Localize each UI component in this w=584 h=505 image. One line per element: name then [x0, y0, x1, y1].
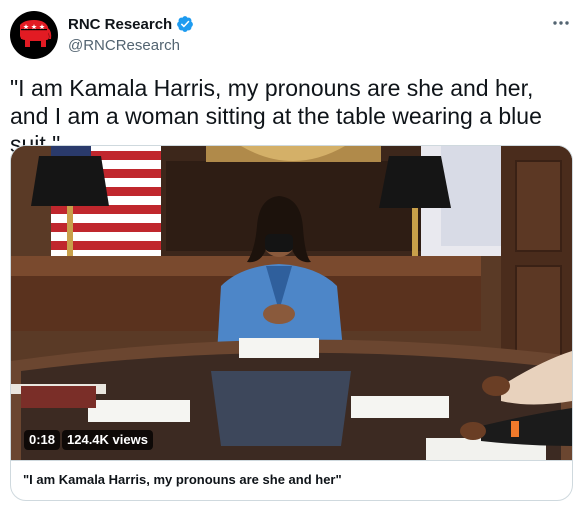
media-card[interactable]: 0:18 124.4K views "I am Kamala Harris, m…	[10, 145, 573, 501]
display-name[interactable]: RNC Research	[68, 16, 172, 33]
media-caption[interactable]: "I am Kamala Harris, my pronouns are she…	[11, 460, 572, 500]
author-handle[interactable]: @RNCResearch	[68, 37, 180, 54]
more-options-button[interactable]	[550, 12, 572, 34]
video-frame	[11, 146, 572, 460]
author-name-row[interactable]: RNC Research	[68, 15, 194, 33]
video-view-count: 124.4K views	[62, 430, 153, 450]
tweet-card[interactable]: RNC Research @RNCResearch "I am Kamala H…	[0, 0, 584, 505]
republican-elephant-icon	[20, 20, 52, 47]
ellipsis-icon	[553, 21, 569, 25]
avatar[interactable]	[10, 11, 58, 59]
verified-badge-icon	[177, 16, 194, 32]
video-player[interactable]: 0:18 124.4K views	[11, 146, 572, 460]
video-duration: 0:18	[24, 430, 61, 450]
